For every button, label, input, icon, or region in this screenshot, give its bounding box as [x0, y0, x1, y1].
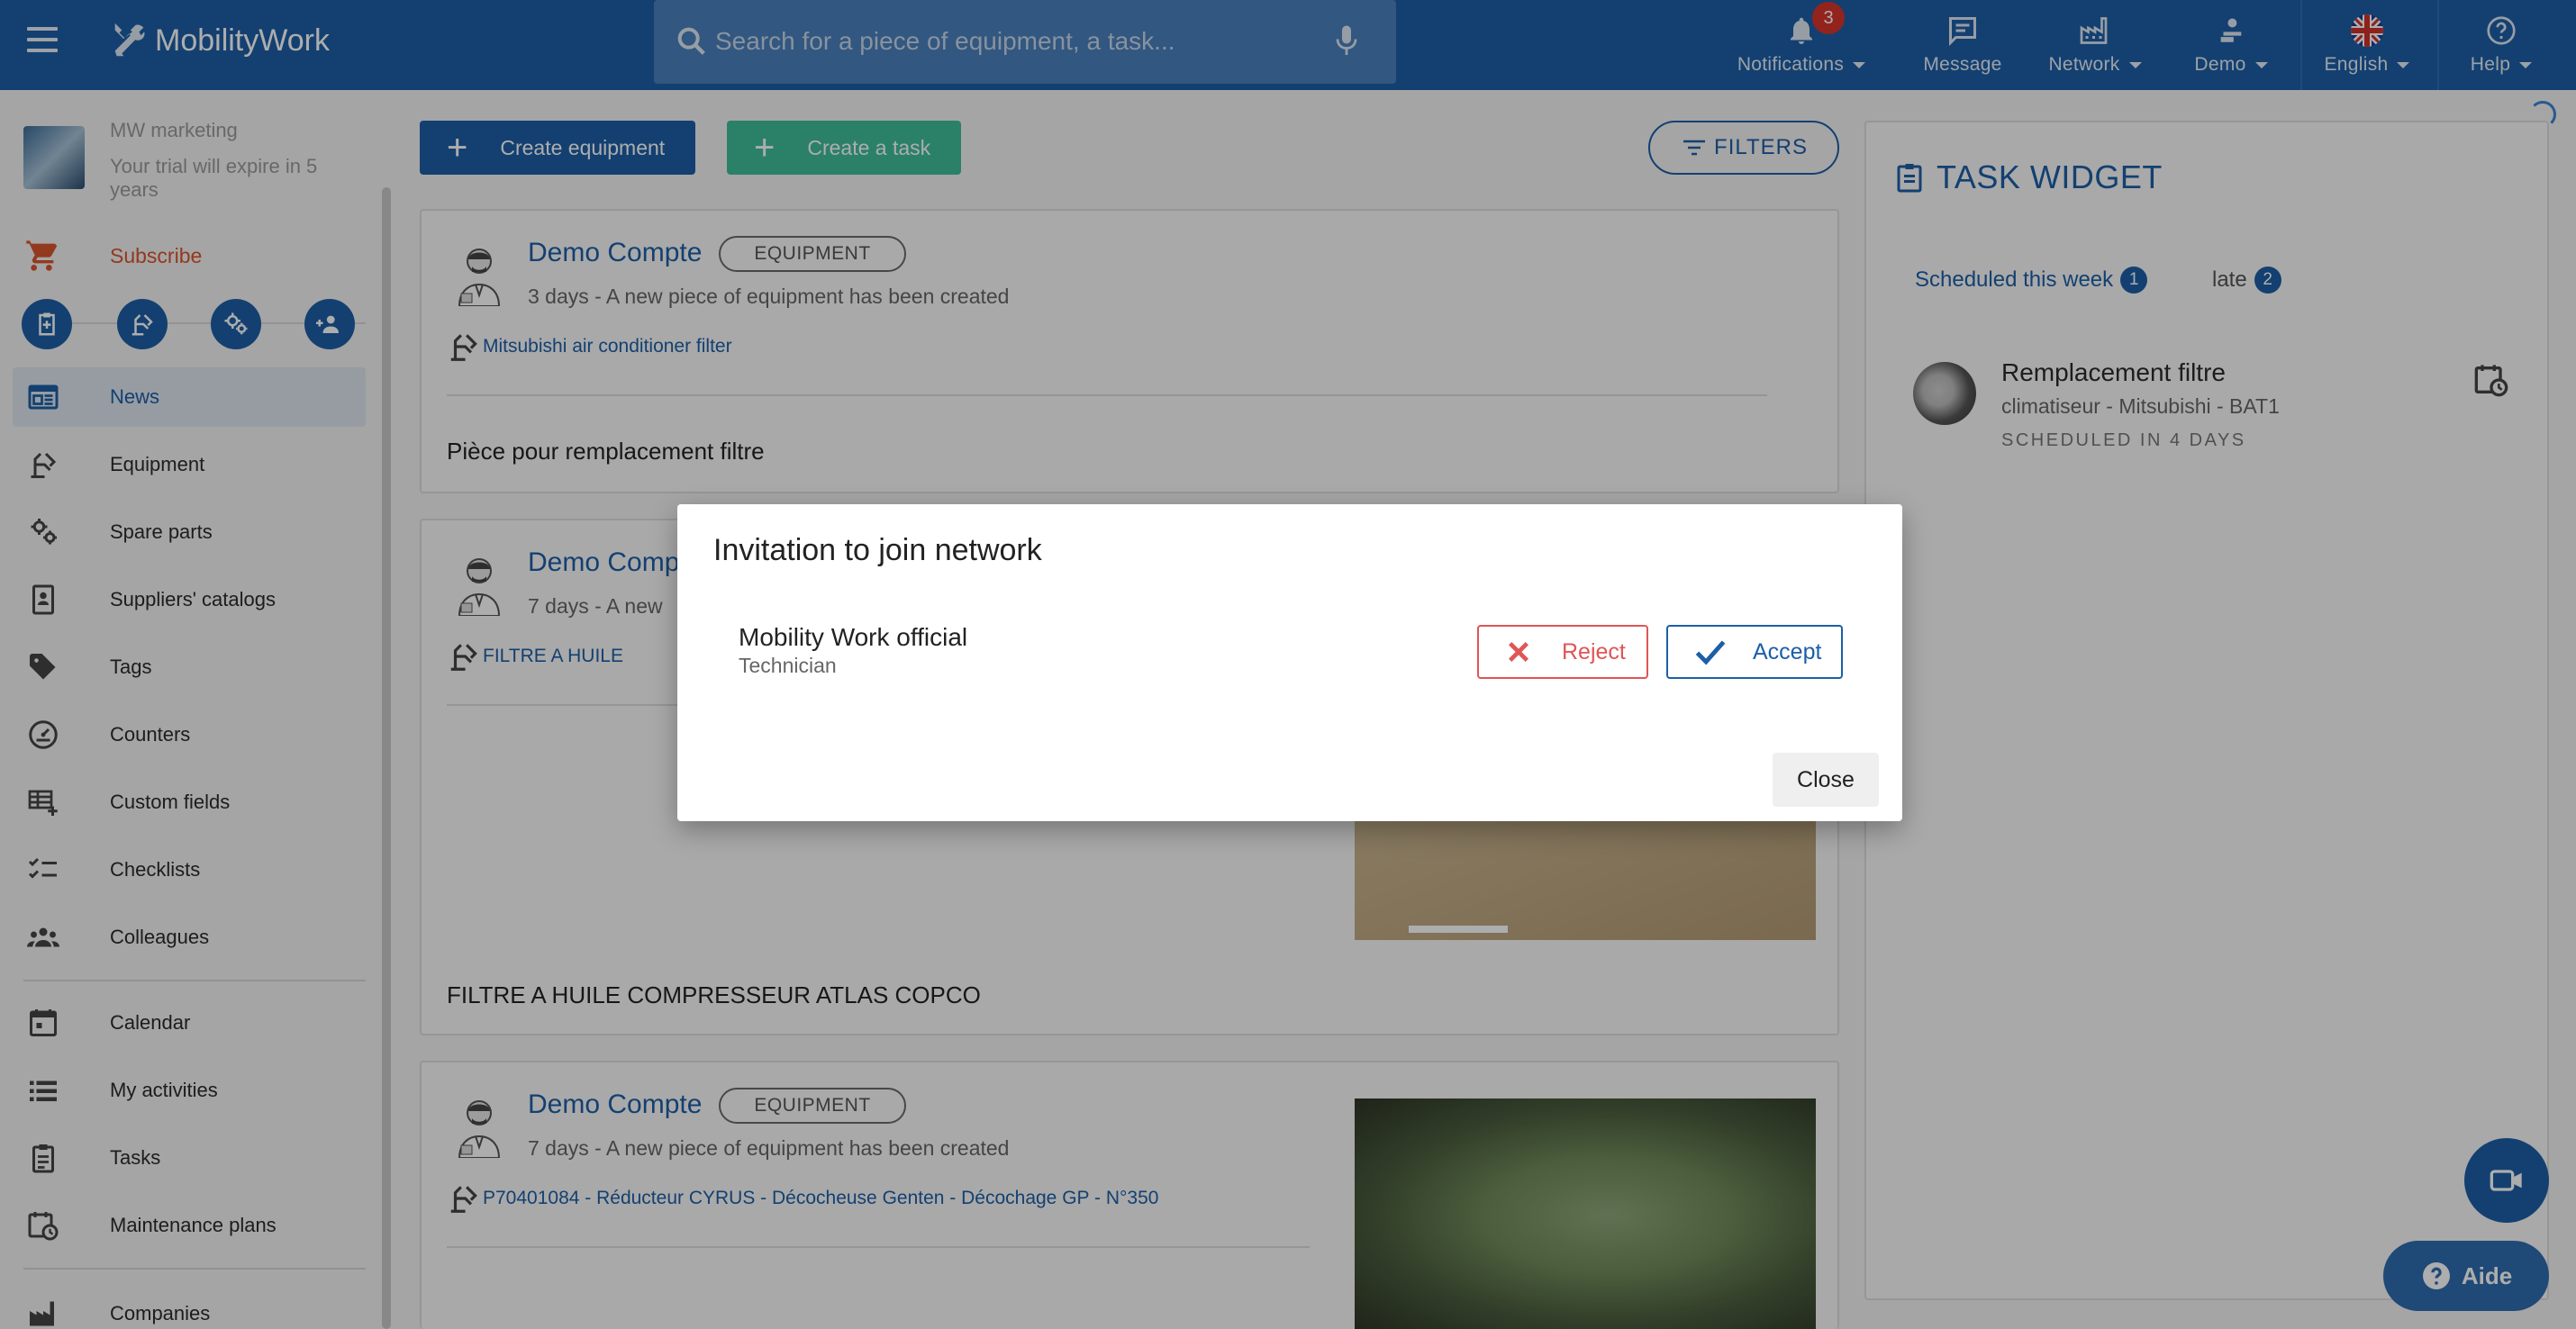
invitation-sender: Mobility Work official — [739, 623, 968, 651]
accept-label: Accept — [1753, 638, 1822, 664]
invitation-dialog: Invitation to join network Mobility Work… — [677, 504, 1902, 821]
close-icon — [1509, 642, 1528, 662]
checkmark-icon — [1695, 640, 1726, 665]
dialog-title: Invitation to join network — [713, 533, 1042, 567]
accept-button[interactable]: Accept — [1666, 625, 1843, 679]
invitation-role: Technician — [739, 654, 837, 677]
reject-label: Reject — [1562, 638, 1626, 664]
reject-button[interactable]: Reject — [1477, 625, 1648, 679]
close-button[interactable]: Close — [1773, 753, 1879, 807]
